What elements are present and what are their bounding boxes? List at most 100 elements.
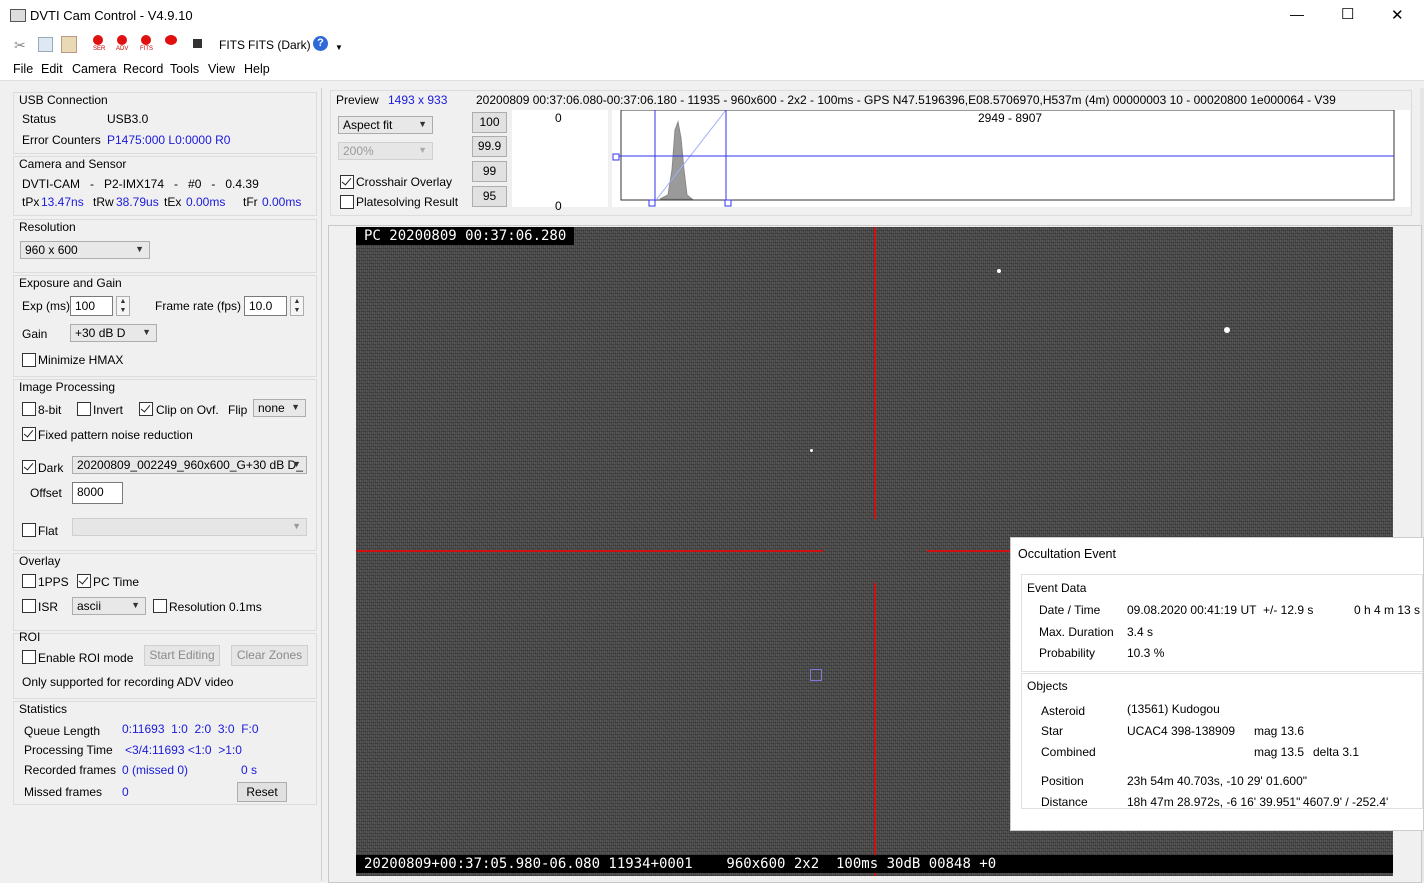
isr-checkbox[interactable] (22, 599, 36, 613)
occultation-event-panel[interactable]: Occultation Event Event Data Date / Time… (1010, 537, 1424, 831)
menu-camera[interactable]: Camera (72, 62, 116, 76)
star (997, 269, 1001, 273)
processing-heading: Image Processing (19, 380, 116, 394)
enable-roi-checkbox[interactable] (22, 650, 36, 664)
date-time-value: 09.08.2020 00:41:19 UT (1127, 603, 1257, 617)
platesolving-checkbox[interactable] (340, 195, 354, 209)
clip-checkbox[interactable] (139, 402, 153, 416)
crosshair-vertical-bottom (874, 583, 876, 876)
reset-button[interactable]: Reset (237, 782, 287, 802)
fit-select[interactable]: Aspect fit ▼ (338, 116, 433, 134)
8bit-checkbox[interactable] (22, 402, 36, 416)
clear-zones-button[interactable]: Clear Zones (231, 645, 308, 666)
chevron-down-icon[interactable]: ▼ (335, 43, 343, 52)
distance-extra: 4607.9' / -252.4' (1303, 795, 1389, 809)
paste-icon[interactable] (61, 36, 77, 53)
stop-icon[interactable] (193, 39, 202, 48)
8bit-label: 8-bit (38, 403, 62, 417)
crosshair-checkbox[interactable] (340, 175, 354, 189)
pct-99-9-button[interactable]: 99.9 (472, 136, 507, 157)
asteroid-value: (13561) Kudogou (1127, 702, 1220, 716)
fits-dark-button[interactable]: FITS (Dark) (248, 38, 311, 52)
missed-frames-value: 0 (122, 785, 129, 799)
error-counters-label: Error Counters (22, 133, 101, 147)
menu-help[interactable]: Help (244, 62, 270, 76)
distance-label: Distance (1041, 795, 1088, 809)
flip-select[interactable]: none ▼ (253, 399, 306, 417)
exp-spinner[interactable]: ▲ ▼ (116, 296, 130, 316)
close-button[interactable]: ✕ (1391, 6, 1404, 24)
pct-99-button[interactable]: 99 (472, 161, 507, 182)
usb-heading: USB Connection (19, 93, 108, 107)
start-editing-button[interactable]: Start Editing (144, 645, 220, 666)
dark-select[interactable]: 20200809_002249_960x600_G+30 dB D_ ▼ (72, 456, 307, 474)
position-label: Position (1041, 774, 1084, 788)
processing-time-value: <3/4:11693 <1:0 >1:0 (125, 743, 242, 757)
combined-delta: delta 3.1 (1313, 745, 1360, 759)
fits-button[interactable]: FITS (219, 38, 245, 52)
distance-value: 18h 47m 28.972s, -6 16' 39.951" (1127, 795, 1301, 809)
gain-select[interactable]: +30 dB D ▼ (70, 324, 157, 342)
star-value: UCAC4 398-138909 (1127, 724, 1236, 738)
app-icon (10, 9, 26, 22)
menu-record[interactable]: Record (123, 62, 163, 76)
resolution-select[interactable]: 960 x 600 ▼ (20, 241, 150, 259)
record-adv-icon[interactable] (117, 35, 127, 45)
chevron-down-icon: ▼ (131, 600, 140, 610)
fps-input[interactable]: 10.0 (244, 296, 287, 316)
1pps-checkbox[interactable] (22, 574, 36, 588)
crosshair-vertical-top (874, 227, 876, 519)
flat-select[interactable]: ▼ (72, 518, 307, 536)
menu-file[interactable]: File (13, 62, 33, 76)
queue-length-value: 0:11693 1:0 2:0 3:0 F:0 (122, 722, 259, 736)
maximize-button[interactable]: ☐ (1341, 5, 1354, 23)
exp-input[interactable]: 100 (70, 296, 113, 316)
invert-checkbox[interactable] (77, 402, 91, 416)
menu-tools[interactable]: Tools (170, 62, 199, 76)
down-arrow-icon[interactable]: ▼ (291, 306, 303, 315)
zoom-select[interactable]: 200% ▼ (338, 142, 433, 160)
isr-select[interactable]: ascii ▼ (72, 597, 146, 615)
fpn-label: Fixed pattern noise reduction (38, 428, 193, 442)
flip-label: Flip (228, 403, 248, 417)
tex-value: 0.00ms (186, 195, 226, 209)
tfr-value: 0.00ms (262, 195, 302, 209)
menu-view[interactable]: View (208, 62, 235, 76)
help-icon[interactable]: ? (313, 36, 328, 51)
record-fits-icon[interactable] (141, 35, 151, 45)
dark-checkbox[interactable] (22, 460, 36, 474)
resolution-01ms-checkbox[interactable] (153, 599, 167, 613)
roi-group (13, 633, 317, 699)
platesolving-label: Platesolving Result (356, 195, 459, 209)
queue-length-label: Queue Length (24, 724, 101, 738)
fps-spinner[interactable]: ▲ ▼ (290, 296, 304, 316)
minimize-button[interactable]: — (1290, 6, 1304, 22)
pct-100-button[interactable]: 100 (472, 112, 507, 133)
chevron-down-icon: ▼ (292, 459, 301, 469)
overlay-heading: Overlay (19, 554, 61, 568)
fpn-checkbox[interactable] (22, 427, 36, 441)
fps-label: Frame rate (fps) (155, 299, 242, 313)
flat-checkbox[interactable] (22, 523, 36, 537)
event-data-heading: Event Data (1027, 581, 1087, 595)
record-ser-icon[interactable] (93, 35, 103, 45)
up-arrow-icon[interactable]: ▲ (291, 297, 303, 306)
copy-icon[interactable] (38, 37, 53, 52)
cut-icon[interactable]: ✂ (14, 37, 26, 54)
minimize-hmax-checkbox[interactable] (22, 353, 36, 367)
pct-95-button[interactable]: 95 (472, 186, 507, 207)
missed-frames-label: Missed frames (24, 785, 103, 799)
tex-label: tEx (164, 195, 182, 209)
chevron-down-icon: ▼ (142, 327, 151, 337)
histogram[interactable]: 2949 - 8907 (612, 110, 1410, 207)
menu-edit[interactable]: Edit (41, 62, 63, 76)
up-arrow-icon[interactable]: ▲ (117, 297, 129, 306)
down-arrow-icon[interactable]: ▼ (117, 306, 129, 315)
resolution-01ms-label: Resolution 0.1ms (169, 600, 262, 614)
status-value: USB3.0 (107, 112, 149, 126)
pc-time-checkbox[interactable] (77, 574, 91, 588)
record-multi-icon[interactable] (165, 35, 177, 45)
preview-label: Preview (336, 93, 379, 107)
roi-note: Only supported for recording ADV video (22, 675, 234, 689)
offset-input[interactable]: 8000 (72, 482, 123, 504)
